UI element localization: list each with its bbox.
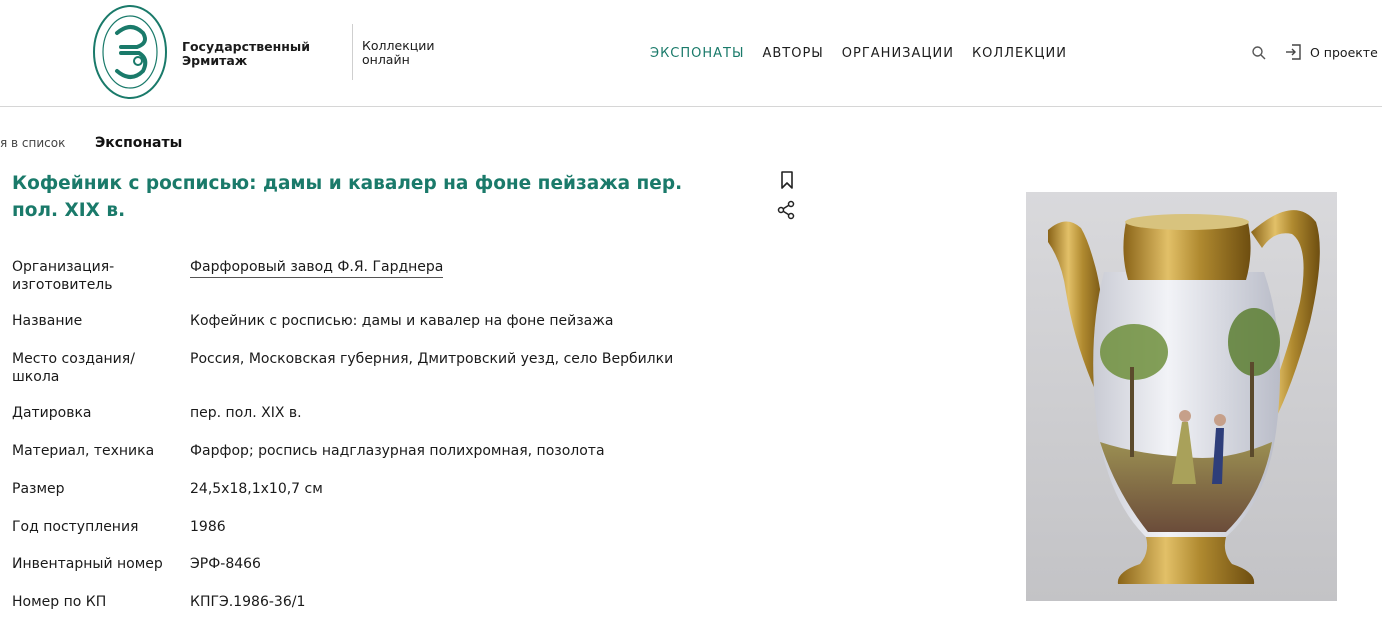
brand-line1: Государственный (182, 39, 310, 54)
property-key: Размер (12, 481, 65, 497)
property-key: Название (12, 313, 83, 329)
nav-collections[interactable]: КОЛЛЕКЦИИ (972, 46, 1067, 61)
hermitage-logo[interactable] (91, 3, 169, 101)
main-nav: ЭКСПОНАТЫ АВТОРЫ ОРГАНИЗАЦИИ КОЛЛЕКЦИИ (650, 46, 1067, 61)
nav-authors[interactable]: АВТОРЫ (762, 46, 823, 61)
property-value: 1986 (190, 519, 226, 535)
property-key: Датировка (12, 405, 92, 421)
item-title: Кофейник с росписью: дамы и кавалер на ф… (12, 173, 683, 221)
property-key: Номер по КП (12, 594, 107, 610)
property-value: 24,5х18,1х10,7 см (190, 481, 323, 497)
collections-line1: Коллекции (362, 38, 435, 53)
breadcrumb-current[interactable]: Экспонаты (95, 135, 182, 151)
share-icon[interactable] (776, 200, 796, 220)
nav-exhibits[interactable]: ЭКСПОНАТЫ (650, 46, 744, 61)
collections-line2: онлайн (362, 52, 410, 67)
property-value: Фарфор; роспись надглазурная полихромная… (190, 443, 605, 459)
collections-online[interactable]: Коллекции онлайн (362, 39, 482, 67)
brand-name[interactable]: Государственный Эрмитаж (182, 40, 322, 68)
brand-line2: Эрмитаж (182, 53, 248, 68)
about-link[interactable]: О проекте (1310, 45, 1378, 60)
property-value: ЭРФ-8466 (190, 556, 261, 572)
nav-organizations[interactable]: ОРГАНИЗАЦИИ (842, 46, 954, 61)
property-value: Кофейник с росписью: дамы и кавалер на ф… (190, 313, 614, 329)
coffee-pot-image (1026, 192, 1337, 601)
login-icon[interactable] (1284, 43, 1302, 61)
property-key: Место создания/ школа (12, 351, 135, 385)
bookmark-icon[interactable] (779, 170, 795, 190)
item-photo[interactable] (1026, 192, 1337, 601)
property-value: Россия, Московская губерния, Дмитровский… (190, 351, 674, 367)
header-divider (352, 24, 353, 80)
site-header: Государственный Эрмитаж Коллекции онлайн… (0, 0, 1382, 107)
property-key: Организация-изготовитель (12, 259, 115, 293)
property-key: Материал, техника (12, 443, 155, 459)
back-to-list-link[interactable]: я в список (0, 136, 65, 150)
property-value: пер. пол. XIX в. (190, 405, 302, 421)
property-key: Год поступления (12, 519, 139, 535)
property-key: Инвентарный номер (12, 556, 163, 572)
maker-link[interactable]: Фарфоровый завод Ф.Я. Гарднера (190, 258, 444, 278)
property-value: КПГЭ.1986-36/1 (190, 594, 306, 610)
search-icon[interactable] (1251, 45, 1267, 61)
